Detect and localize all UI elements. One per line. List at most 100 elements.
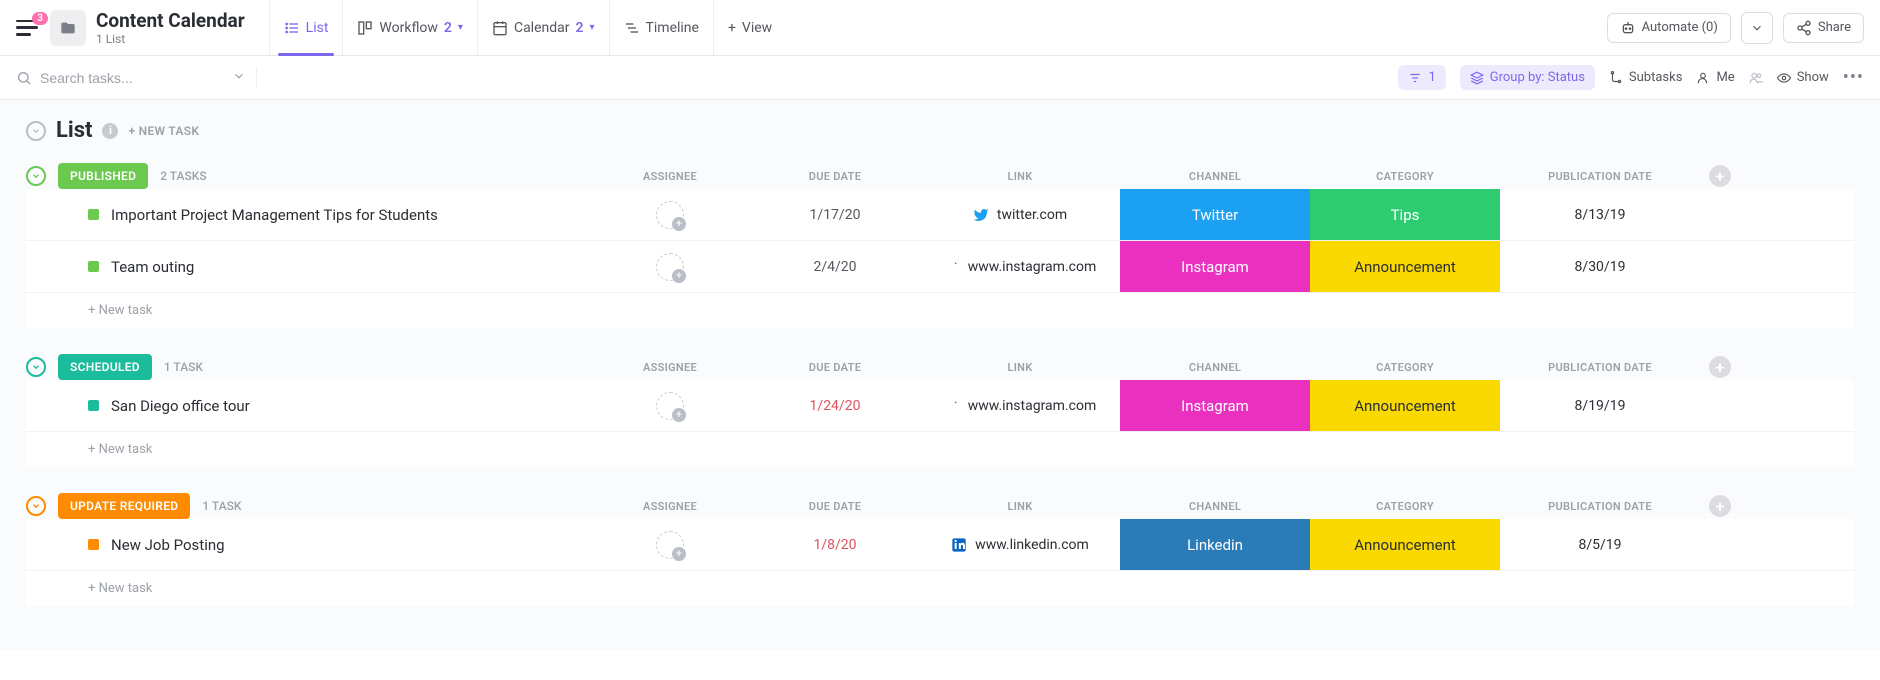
link-cell[interactable]: www.linkedin.com <box>920 537 1120 553</box>
subtask-icon <box>1609 71 1623 85</box>
add-column-button[interactable]: + <box>1709 356 1731 378</box>
col-pub-date: PUBLICATION DATE <box>1500 170 1700 183</box>
channel-tag[interactable]: Instagram <box>1120 380 1310 431</box>
status-square-icon <box>88 209 99 220</box>
new-task-row[interactable]: + New task <box>26 293 1854 328</box>
more-button[interactable]: ••• <box>1843 67 1864 88</box>
due-date[interactable]: 1/24/20 <box>750 398 920 414</box>
link-cell[interactable]: www.instagram.com <box>920 259 1120 275</box>
top-header: 3 Content Calendar 1 List List Workflow … <box>0 0 1880 56</box>
task-row[interactable]: New Job Posting 1/8/20 www.linkedin.com … <box>26 519 1854 571</box>
chevron-down-icon <box>31 126 41 136</box>
main: List i + NEW TASK PUBLISHED 2 TASKS ASSI… <box>0 100 1880 650</box>
add-column-button[interactable]: + <box>1709 495 1731 517</box>
channel-tag[interactable]: Twitter <box>1120 189 1310 240</box>
task-count: 1 TASK <box>202 499 241 513</box>
category-tag[interactable]: Announcement <box>1310 241 1500 292</box>
publication-date[interactable]: 8/19/19 <box>1500 398 1700 414</box>
add-view-button[interactable]: + View <box>713 0 786 56</box>
col-category: CATEGORY <box>1310 361 1500 374</box>
chevron-down-icon: ▾ <box>458 22 463 33</box>
assignees-button[interactable] <box>1749 71 1763 85</box>
channel-tag[interactable]: Linkedin <box>1120 519 1310 570</box>
col-link: LINK <box>920 170 1120 183</box>
collapse-group-button[interactable] <box>26 166 46 186</box>
task-row[interactable]: Team outing 2/4/20 www.instagram.com Ins… <box>26 241 1854 293</box>
subtasks-button[interactable]: Subtasks <box>1609 70 1683 85</box>
tab-count: 2 <box>444 20 452 36</box>
list-title: List <box>56 118 92 143</box>
assignee-placeholder[interactable] <box>656 253 684 281</box>
task-row[interactable]: Important Project Management Tips for St… <box>26 189 1854 241</box>
task-name: Important Project Management Tips for St… <box>111 206 438 224</box>
status-pill[interactable]: UPDATE REQUIRED <box>58 493 190 519</box>
search-dropdown[interactable] <box>232 69 246 87</box>
publication-date[interactable]: 8/30/19 <box>1500 259 1700 275</box>
due-date[interactable]: 2/4/20 <box>750 259 920 275</box>
share-icon <box>1796 20 1812 36</box>
eye-icon <box>1777 71 1791 85</box>
share-button[interactable]: Share <box>1783 13 1864 43</box>
automate-label: Automate (0) <box>1642 20 1718 35</box>
tab-workflow[interactable]: Workflow 2 ▾ <box>342 0 477 56</box>
status-square-icon <box>88 400 99 411</box>
publication-date[interactable]: 8/5/19 <box>1500 537 1700 553</box>
collapse-group-button[interactable] <box>26 357 46 377</box>
notification-badge: 3 <box>32 12 48 25</box>
search-icon <box>16 70 32 86</box>
view-tabs: List Workflow 2 ▾ Calendar 2 ▾ Timeline … <box>269 8 787 47</box>
link-text: www.instagram.com <box>968 398 1096 414</box>
toolbar: 1 Group by: Status Subtasks Me Show ••• <box>0 56 1880 100</box>
due-date[interactable]: 1/8/20 <box>750 537 920 553</box>
assignee-placeholder[interactable] <box>656 201 684 229</box>
add-column-button[interactable]: + <box>1709 165 1731 187</box>
show-button[interactable]: Show <box>1777 70 1829 85</box>
tab-timeline[interactable]: Timeline <box>609 0 713 56</box>
status-pill[interactable]: SCHEDULED <box>58 354 152 380</box>
group-by-label: Group by: Status <box>1490 70 1585 85</box>
channel-tag[interactable]: Instagram <box>1120 241 1310 292</box>
menu-button[interactable]: 3 <box>16 20 38 36</box>
tab-list[interactable]: List <box>269 0 343 56</box>
collapse-group-button[interactable] <box>26 496 46 516</box>
task-count: 2 TASKS <box>160 169 206 183</box>
chevron-down-icon <box>31 171 41 181</box>
tab-label: List <box>306 20 329 36</box>
collapse-list-button[interactable] <box>26 121 46 141</box>
col-assignee: ASSIGNEE <box>590 500 750 513</box>
automate-button[interactable]: Automate (0) <box>1607 13 1731 43</box>
status-pill[interactable]: PUBLISHED <box>58 163 148 189</box>
col-link: LINK <box>920 500 1120 513</box>
task-row[interactable]: San Diego office tour 1/24/20 www.instag… <box>26 380 1854 432</box>
category-tag[interactable]: Announcement <box>1310 380 1500 431</box>
link-cell[interactable]: twitter.com <box>920 207 1120 223</box>
me-button[interactable]: Me <box>1696 70 1734 85</box>
info-icon[interactable]: i <box>102 123 118 139</box>
group: PUBLISHED 2 TASKS ASSIGNEE DUE DATE LINK… <box>26 163 1854 328</box>
chevron-down-icon <box>31 362 41 372</box>
due-date[interactable]: 1/17/20 <box>750 207 920 223</box>
category-tag[interactable]: Tips <box>1310 189 1500 240</box>
col-channel: CHANNEL <box>1120 500 1310 513</box>
tab-calendar[interactable]: Calendar 2 ▾ <box>477 0 609 56</box>
people-icon <box>1749 71 1763 85</box>
category-tag[interactable]: Announcement <box>1310 519 1500 570</box>
col-due-date: DUE DATE <box>750 170 920 183</box>
search-input[interactable] <box>40 70 224 86</box>
filter-button[interactable]: 1 <box>1398 65 1445 90</box>
new-task-row[interactable]: + New task <box>26 571 1854 606</box>
assignee-placeholder[interactable] <box>656 531 684 559</box>
new-task-row[interactable]: + New task <box>26 432 1854 467</box>
automate-dropdown[interactable] <box>1741 12 1773 44</box>
new-task-button[interactable]: + NEW TASK <box>128 124 199 138</box>
task-count: 1 TASK <box>164 360 203 374</box>
link-cell[interactable]: www.instagram.com <box>920 398 1120 414</box>
tab-label: Workflow <box>379 20 438 36</box>
layers-icon <box>1470 71 1484 85</box>
folder-icon <box>50 10 86 46</box>
col-category: CATEGORY <box>1310 500 1500 513</box>
assignee-placeholder[interactable] <box>656 392 684 420</box>
publication-date[interactable]: 8/13/19 <box>1500 207 1700 223</box>
link-text: www.linkedin.com <box>975 537 1089 553</box>
group-by-button[interactable]: Group by: Status <box>1460 65 1595 90</box>
